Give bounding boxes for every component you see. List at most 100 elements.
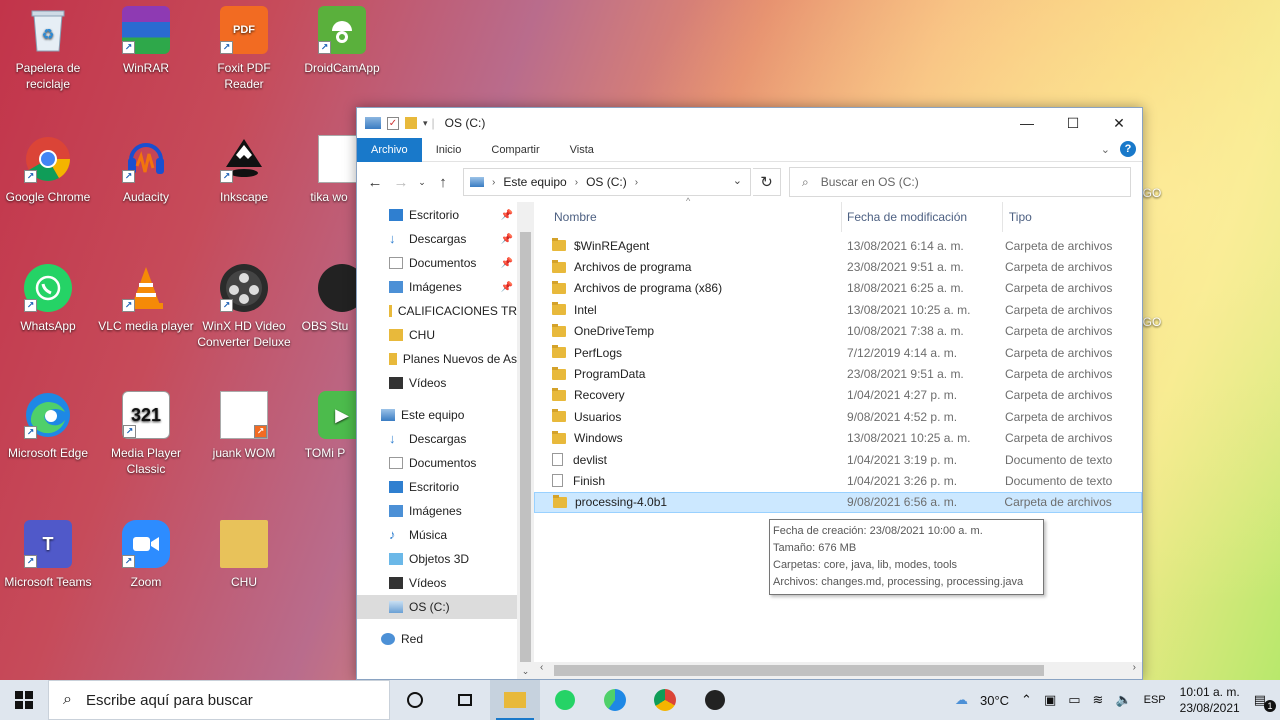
nav-item-documentos-pc[interactable]: Documentos	[357, 451, 517, 475]
breadcrumb-este-equipo[interactable]: Este equipo	[503, 175, 566, 189]
desktop-icon-tika[interactable]: tika wo	[294, 135, 364, 205]
file-row[interactable]: Finish 1/04/2021 3:26 p. m. Documento de t…	[534, 470, 1142, 491]
taskbar-chrome[interactable]	[640, 680, 690, 720]
nav-item-este-equipo[interactable]: Este equipo	[357, 403, 517, 427]
tab-inicio[interactable]: Inicio	[422, 138, 476, 162]
nav-item-os-c[interactable]: OS (C:)	[357, 595, 517, 619]
taskbar-whatsapp[interactable]	[540, 680, 590, 720]
new-folder-icon[interactable]	[405, 117, 417, 129]
nav-item-imagenes-pc[interactable]: Imágenes	[357, 499, 517, 523]
nav-item-musica[interactable]: ♪ Música	[357, 523, 517, 547]
scroll-left-arrow[interactable]: ‹	[540, 662, 543, 673]
help-icon[interactable]: ?	[1120, 141, 1136, 157]
properties-icon[interactable]: ✓	[387, 116, 399, 130]
scroll-down-arrow[interactable]: ⌄	[517, 666, 534, 677]
desktop-icon-juank-wom[interactable]: ↗ juank WOM	[196, 391, 292, 461]
column-fecha[interactable]: Fecha de modificación	[842, 202, 1003, 232]
file-row[interactable]: $WinREAgent 13/08/2021 6:14 a. m. Carpeta …	[534, 235, 1142, 256]
recent-locations-button[interactable]: ⌄	[415, 169, 429, 195]
refresh-button[interactable]: ↻	[753, 168, 781, 196]
scrollbar-thumb[interactable]	[554, 665, 1044, 676]
desktop-icon-mpc[interactable]: 321 ↗ Media Player Classic	[98, 391, 194, 477]
maximize-button[interactable]: ☐	[1050, 108, 1096, 138]
column-nombre[interactable]: Nombre	[534, 202, 842, 232]
chevron-down-icon[interactable]: ⌄	[1101, 143, 1110, 156]
desktop-icon-edge[interactable]: ↗ Microsoft Edge	[0, 391, 96, 461]
desktop-icon-chrome[interactable]: ↗ Google Chrome	[0, 135, 96, 205]
desktop-icon-obs[interactable]: OBS Stu	[294, 264, 356, 334]
desktop-icon-chu[interactable]: CHU	[196, 520, 292, 590]
nav-item-planes[interactable]: Planes Nuevos de As	[357, 347, 517, 371]
search-input[interactable]: ⌕ Buscar en OS (C:)	[789, 167, 1131, 197]
address-bar[interactable]: › Este equipo › OS (C:) › ⌄	[463, 168, 751, 196]
desktop-icon-winrar[interactable]: ↗ WinRAR	[98, 6, 194, 76]
clock[interactable]: 10:01 a. m. 23/08/2021	[1172, 684, 1248, 716]
tab-vista[interactable]: Vista	[556, 138, 608, 162]
weather-icon[interactable]: ☁	[949, 692, 974, 708]
desktop-icon-foxit[interactable]: PDF ↗ Foxit PDF Reader	[196, 6, 292, 92]
scrollbar-thumb[interactable]	[520, 232, 531, 662]
file-row[interactable]: ProgramData 23/08/2021 9:51 a. m. Carpeta …	[534, 363, 1142, 384]
language-indicator[interactable]: ESP	[1138, 694, 1172, 706]
nav-item-videos-pc[interactable]: Vídeos	[357, 571, 517, 595]
desktop-icon-teams[interactable]: T ↗ Microsoft Teams	[0, 520, 96, 590]
desktop-icon-winx[interactable]: ↗ WinX HD Video Converter Deluxe	[196, 264, 292, 350]
nav-item-imagenes[interactable]: Imágenes 📌	[357, 275, 517, 299]
scroll-right-arrow[interactable]: ›	[1133, 662, 1136, 673]
file-row[interactable]: Intel 13/08/2021 10:25 a. m. Carpeta de ar…	[534, 299, 1142, 320]
breadcrumb-os-c[interactable]: OS (C:)	[586, 175, 627, 189]
file-row[interactable]: devlist 1/04/2021 3:19 p. m. Documento de …	[534, 449, 1142, 470]
tab-archivo[interactable]: Archivo	[357, 137, 422, 162]
nav-item-chu[interactable]: CHU	[357, 323, 517, 347]
desktop-icon-audacity[interactable]: ↗ Audacity	[98, 135, 194, 205]
file-row[interactable]: OneDriveTemp 10/08/2021 7:38 a. m. Carpeta…	[534, 321, 1142, 342]
chevron-up-icon[interactable]: ⌃	[1015, 692, 1038, 708]
desktop-icon-recycle-bin[interactable]: ♻ Papelera de reciclaje	[0, 6, 96, 92]
nav-pane-scrollbar[interactable]: ⌄	[517, 202, 534, 679]
taskbar-file-explorer[interactable]	[490, 680, 540, 720]
nav-item-descargas-pc[interactable]: ↓ Descargas	[357, 427, 517, 451]
desktop-icon-inkscape[interactable]: ↗ Inkscape	[196, 135, 292, 205]
task-view-button[interactable]	[440, 680, 490, 720]
desktop-icon-whatsapp[interactable]: ↗ WhatsApp	[0, 264, 96, 334]
nav-item-calificaciones[interactable]: CALIFICACIONES TR	[357, 299, 517, 323]
file-row[interactable]: Recovery 1/04/2021 4:27 p. m. Carpeta de a…	[534, 385, 1142, 406]
taskbar-edge[interactable]	[590, 680, 640, 720]
desktop-icon-tomi[interactable]: ▶ TOMi P	[294, 391, 356, 461]
file-row[interactable]: processing-4.0b1 9/08/2021 6:56 a. m. Carp…	[534, 491, 1142, 514]
nav-item-escritorio[interactable]: Escritorio 📌	[357, 203, 517, 227]
forward-button[interactable]: →	[389, 169, 413, 195]
desktop-icon-vlc[interactable]: ↗ VLC media player	[98, 264, 194, 334]
wifi-icon[interactable]: ≋	[1087, 692, 1110, 708]
close-button[interactable]: ✕	[1096, 108, 1142, 138]
file-row[interactable]: Windows 13/08/2021 10:25 a. m. Carpeta de …	[534, 428, 1142, 449]
battery-icon[interactable]: ▭	[1062, 692, 1086, 708]
nav-item-descargas[interactable]: ↓ Descargas 📌	[357, 227, 517, 251]
nav-item-escritorio-pc[interactable]: Escritorio	[357, 475, 517, 499]
file-row[interactable]: Archivos de programa 23/08/2021 9:51 a. m…	[534, 256, 1142, 277]
desktop-icon-zoom[interactable]: ↗ Zoom	[98, 520, 194, 590]
column-tipo[interactable]: Tipo	[1003, 202, 1142, 232]
taskbar-search-input[interactable]: ⌕ Escribe aquí para buscar	[48, 680, 390, 720]
file-row[interactable]: Usuarios 9/08/2021 4:52 p. m. Carpeta de a…	[534, 406, 1142, 427]
chevron-down-icon[interactable]: ⌄	[733, 174, 742, 187]
file-row[interactable]: Archivos de programa (x86) 18/08/2021 6:2…	[534, 278, 1142, 299]
minimize-button[interactable]: —	[1004, 108, 1050, 138]
tab-compartir[interactable]: Compartir	[475, 138, 555, 162]
start-button[interactable]	[0, 680, 48, 720]
nav-item-objetos-3d[interactable]: Objetos 3D	[357, 547, 517, 571]
temperature[interactable]: 30°C	[974, 693, 1015, 708]
file-row[interactable]: PerfLogs 7/12/2019 4:14 a. m. Carpeta de a…	[534, 342, 1142, 363]
nav-item-red[interactable]: Red	[357, 627, 517, 651]
cortana-button[interactable]	[390, 680, 440, 720]
up-button[interactable]: ↑	[431, 169, 455, 195]
horizontal-scrollbar[interactable]: ‹ ›	[534, 662, 1142, 679]
meet-now-icon[interactable]: ▣	[1038, 692, 1062, 708]
back-button[interactable]: ←	[363, 169, 387, 195]
taskbar-inkscape[interactable]	[690, 680, 740, 720]
nav-item-documentos[interactable]: Documentos 📌	[357, 251, 517, 275]
desktop-icon-droidcam[interactable]: ↗ DroidCamApp	[294, 6, 390, 76]
volume-icon[interactable]: 🔈	[1109, 692, 1137, 708]
nav-item-videos[interactable]: Vídeos	[357, 371, 517, 395]
notifications-button[interactable]: ▤ 1	[1248, 692, 1280, 712]
